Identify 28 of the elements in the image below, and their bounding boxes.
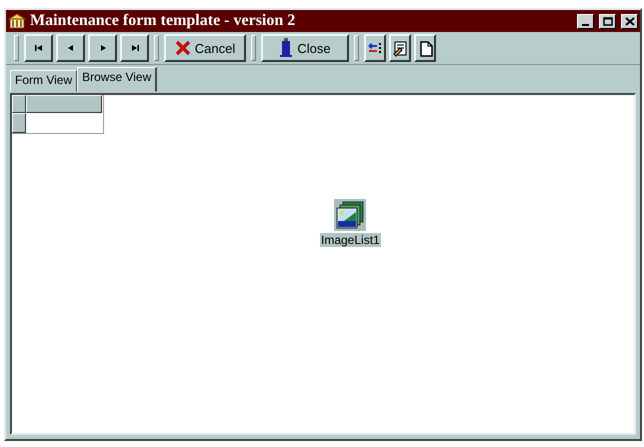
navigation-button[interactable] bbox=[24, 34, 53, 62]
tool-button[interactable] bbox=[389, 34, 411, 62]
component-label: ImageList1 bbox=[320, 233, 381, 247]
close-form-button[interactable]: Close bbox=[261, 34, 349, 62]
tool-button[interactable] bbox=[364, 34, 386, 62]
door-icon bbox=[279, 38, 294, 58]
document-edit-icon bbox=[392, 41, 406, 56]
tool-button[interactable] bbox=[414, 34, 436, 62]
first-record-icon bbox=[32, 42, 44, 54]
navigation-button[interactable] bbox=[56, 34, 85, 62]
image-list-icon[interactable] bbox=[334, 199, 366, 231]
maximize-button[interactable] bbox=[599, 14, 616, 28]
close-icon bbox=[624, 16, 634, 26]
new-page-icon bbox=[420, 40, 432, 56]
minimize-button[interactable] bbox=[577, 14, 594, 28]
building-icon bbox=[8, 13, 26, 29]
navigation-button[interactable] bbox=[88, 34, 117, 62]
arrows-icon bbox=[368, 42, 380, 54]
window-title: Maintenance form template - version 2 bbox=[30, 12, 296, 30]
tab[interactable]: Browse View bbox=[77, 67, 158, 92]
navigation-button[interactable] bbox=[120, 34, 149, 62]
data-grid[interactable] bbox=[12, 95, 104, 134]
cross-icon bbox=[174, 40, 191, 56]
minimize-icon bbox=[582, 24, 589, 26]
maximize-icon bbox=[602, 16, 612, 26]
close-button[interactable] bbox=[621, 14, 638, 28]
cancel-button[interactable]: Cancel bbox=[164, 34, 246, 62]
tab[interactable]: Form View bbox=[10, 70, 78, 92]
